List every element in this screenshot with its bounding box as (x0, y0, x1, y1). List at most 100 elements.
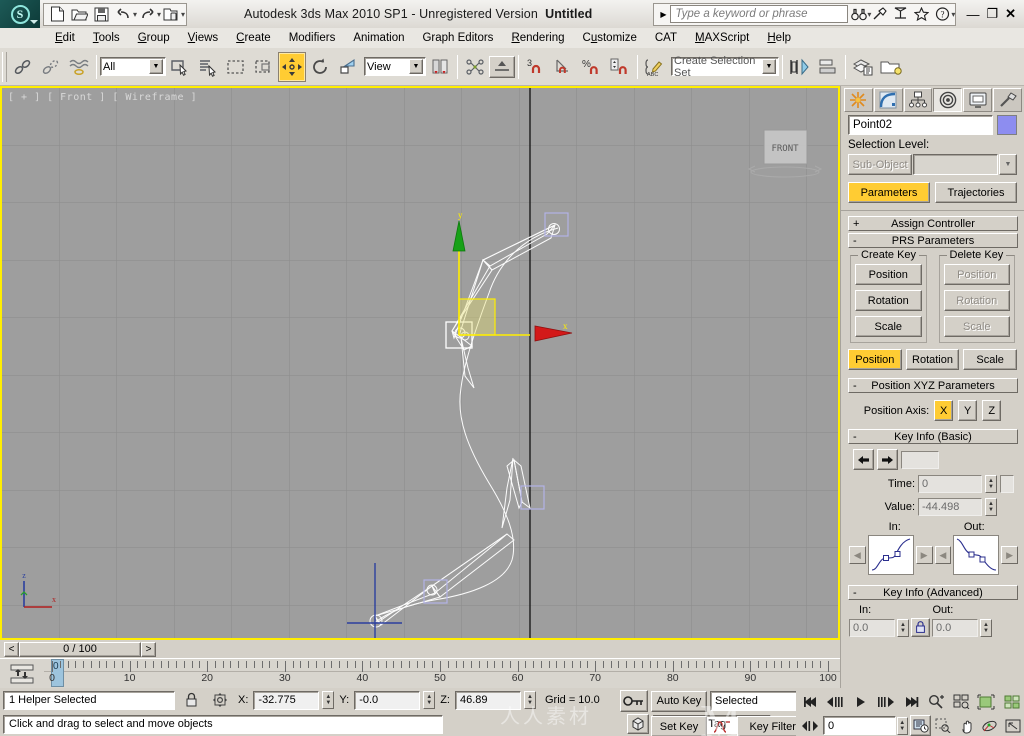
bind-to-space-warp-icon[interactable] (65, 52, 93, 82)
rollout-prs-parameters[interactable]: - PRS Parameters (848, 233, 1018, 248)
position-axis-x-button[interactable]: X (934, 400, 954, 421)
in-tangent-prev-icon[interactable]: ◀ (849, 546, 866, 564)
reference-coordinate-system-dropdown[interactable]: View ▼ (364, 57, 426, 76)
angle-snap-toggle-icon[interactable] (550, 52, 578, 82)
align-objects-icon[interactable] (814, 52, 842, 82)
window-crossing-icon[interactable] (250, 52, 278, 82)
key-mode-toggle-icon[interactable] (798, 715, 822, 736)
menu-item-modifiers[interactable]: Modifiers (280, 30, 345, 46)
curve-editor-icon[interactable] (877, 52, 905, 82)
layer-manager-icon[interactable] (849, 52, 877, 82)
orbit-icon[interactable] (979, 715, 1001, 736)
select-by-name-icon[interactable] (194, 52, 222, 82)
x-spinner[interactable]: ▲ ▼ (322, 691, 335, 709)
select-object-icon[interactable] (166, 52, 194, 82)
zoom-extents-icon[interactable] (974, 691, 999, 712)
search-binoculars-icon[interactable] (848, 4, 869, 24)
toolbar-grip[interactable] (2, 51, 7, 82)
advanced-out-field[interactable]: 0.0 (932, 618, 978, 637)
restore-button[interactable]: ❐ (986, 6, 998, 22)
out-tangent-curve-icon[interactable] (953, 535, 1000, 575)
menu-item-views[interactable]: Views (179, 30, 227, 46)
menu-item-animation[interactable]: Animation (344, 30, 413, 46)
menu-item-group[interactable]: Group (129, 30, 179, 46)
in-tangent-curve-icon[interactable] (867, 535, 914, 575)
infocenter-expand-icon[interactable]: ▶ (656, 10, 670, 19)
qat-customize-icon[interactable]: ▾ (181, 10, 185, 19)
snaps-toggle-icon[interactable]: 3 (522, 52, 550, 82)
rollout-key-info-basic[interactable]: - Key Info (Basic) (848, 429, 1018, 444)
use-pivot-point-center-icon[interactable] (426, 52, 454, 82)
open-file-icon[interactable] (69, 5, 89, 24)
create-key-rotation-button[interactable]: Rotation (855, 290, 922, 311)
time-slider-handle[interactable]: 0 / 100 (19, 641, 141, 657)
advanced-in-field[interactable]: 0.0 (849, 618, 895, 637)
previous-frame-button[interactable]: < (4, 641, 19, 657)
object-name-field[interactable]: Point02 (848, 115, 993, 135)
tab-trajectories[interactable]: Trajectories (935, 182, 1017, 203)
front-viewport[interactable]: y x FRONT [ + ] [ Front ] [ Wireframe ] (2, 88, 838, 638)
chevron-down-icon[interactable]: ▼ (762, 59, 776, 74)
application-menu-button[interactable]: S (0, 0, 40, 28)
chevron-down-icon[interactable]: ▼ (149, 59, 163, 74)
project-folder-icon[interactable] (161, 5, 181, 24)
go-to-start-icon[interactable] (798, 691, 822, 712)
previous-frame-icon[interactable] (823, 691, 849, 712)
save-file-icon[interactable] (91, 5, 111, 24)
set-key-mode-icon[interactable] (710, 719, 734, 735)
search-input[interactable]: Type a keyword or phrase (670, 5, 849, 23)
display-tab[interactable] (963, 88, 993, 112)
redo-icon[interactable] (137, 5, 157, 24)
prs-rotation-button[interactable]: Rotation (905, 349, 960, 370)
y-spinner[interactable]: ▲ ▼ (423, 691, 436, 709)
next-key-icon[interactable] (877, 449, 898, 470)
chevron-down-icon[interactable]: ▼ (999, 154, 1017, 175)
communication-center-icon[interactable] (890, 4, 911, 24)
viewport-label[interactable]: [ + ] [ Front ] [ Wireframe ] (8, 92, 197, 103)
out-tangent-prev-icon[interactable]: ◀ (934, 546, 952, 564)
mirror-icon[interactable] (489, 55, 515, 78)
percent-snap-toggle-icon[interactable]: % (578, 52, 606, 82)
menu-item-cat[interactable]: CAT (646, 30, 686, 46)
next-frame-icon[interactable] (874, 691, 900, 712)
pan-view-icon[interactable] (955, 715, 977, 736)
tab-parameters[interactable]: Parameters (848, 182, 930, 203)
out-tangent-next-icon[interactable]: ▶ (1001, 546, 1018, 564)
x-coord-field[interactable]: -32.775 (253, 690, 320, 710)
key-value-field[interactable]: -44.498 (918, 498, 982, 516)
spinner-snap-toggle-icon[interactable] (606, 52, 634, 82)
z-coord-field[interactable]: 46.89 (454, 690, 521, 710)
menu-item-rendering[interactable]: Rendering (502, 30, 573, 46)
edit-named-selection-sets-icon[interactable]: ABC (641, 52, 669, 82)
zoom-extents-all-icon[interactable] (999, 691, 1024, 712)
rectangular-selection-region-icon[interactable] (222, 52, 250, 82)
create-key-position-button[interactable]: Position (855, 264, 922, 285)
set-key-button[interactable]: Set Key (651, 716, 707, 736)
in-tangent-next-icon[interactable]: ▶ (915, 546, 933, 564)
time-configuration-icon[interactable] (909, 715, 932, 736)
z-spinner[interactable]: ▲ ▼ (523, 691, 536, 709)
menu-item-maxscript[interactable]: MAXScript (686, 30, 758, 46)
auto-key-button[interactable]: Auto Key (651, 690, 707, 712)
position-axis-z-button[interactable]: Z (982, 400, 1002, 421)
chevron-down-icon[interactable]: ▼ (409, 59, 423, 74)
rollout-position-xyz-parameters[interactable]: - Position XYZ Parameters (848, 378, 1018, 393)
unlink-selection-icon[interactable] (37, 52, 65, 82)
current-frame-spinner[interactable]: ▲ ▼ (896, 716, 908, 735)
menu-item-tools[interactable]: Tools (84, 30, 129, 46)
prs-scale-button[interactable]: Scale (963, 349, 1018, 370)
current-frame-field[interactable]: 0 (823, 716, 896, 735)
help-dropdown-icon[interactable]: ▾ (951, 10, 955, 19)
advanced-out-spinner[interactable]: ▲ ▼ (980, 618, 992, 637)
select-and-rotate-icon[interactable] (306, 52, 334, 82)
mini-curve-editor-icon[interactable] (0, 659, 44, 688)
named-selection-set-combo[interactable]: Create Selection Set ▼ (671, 55, 779, 79)
menu-item-graph-editors[interactable]: Graph Editors (413, 30, 502, 46)
menu-item-help[interactable]: Help (758, 30, 800, 46)
maximize-viewport-toggle-icon[interactable] (1002, 715, 1024, 736)
select-and-scale-icon[interactable] (334, 52, 362, 82)
motion-tab[interactable] (933, 88, 963, 112)
new-file-icon[interactable] (47, 5, 67, 24)
previous-key-icon[interactable] (853, 449, 874, 470)
region-zoom-icon[interactable] (932, 715, 954, 736)
